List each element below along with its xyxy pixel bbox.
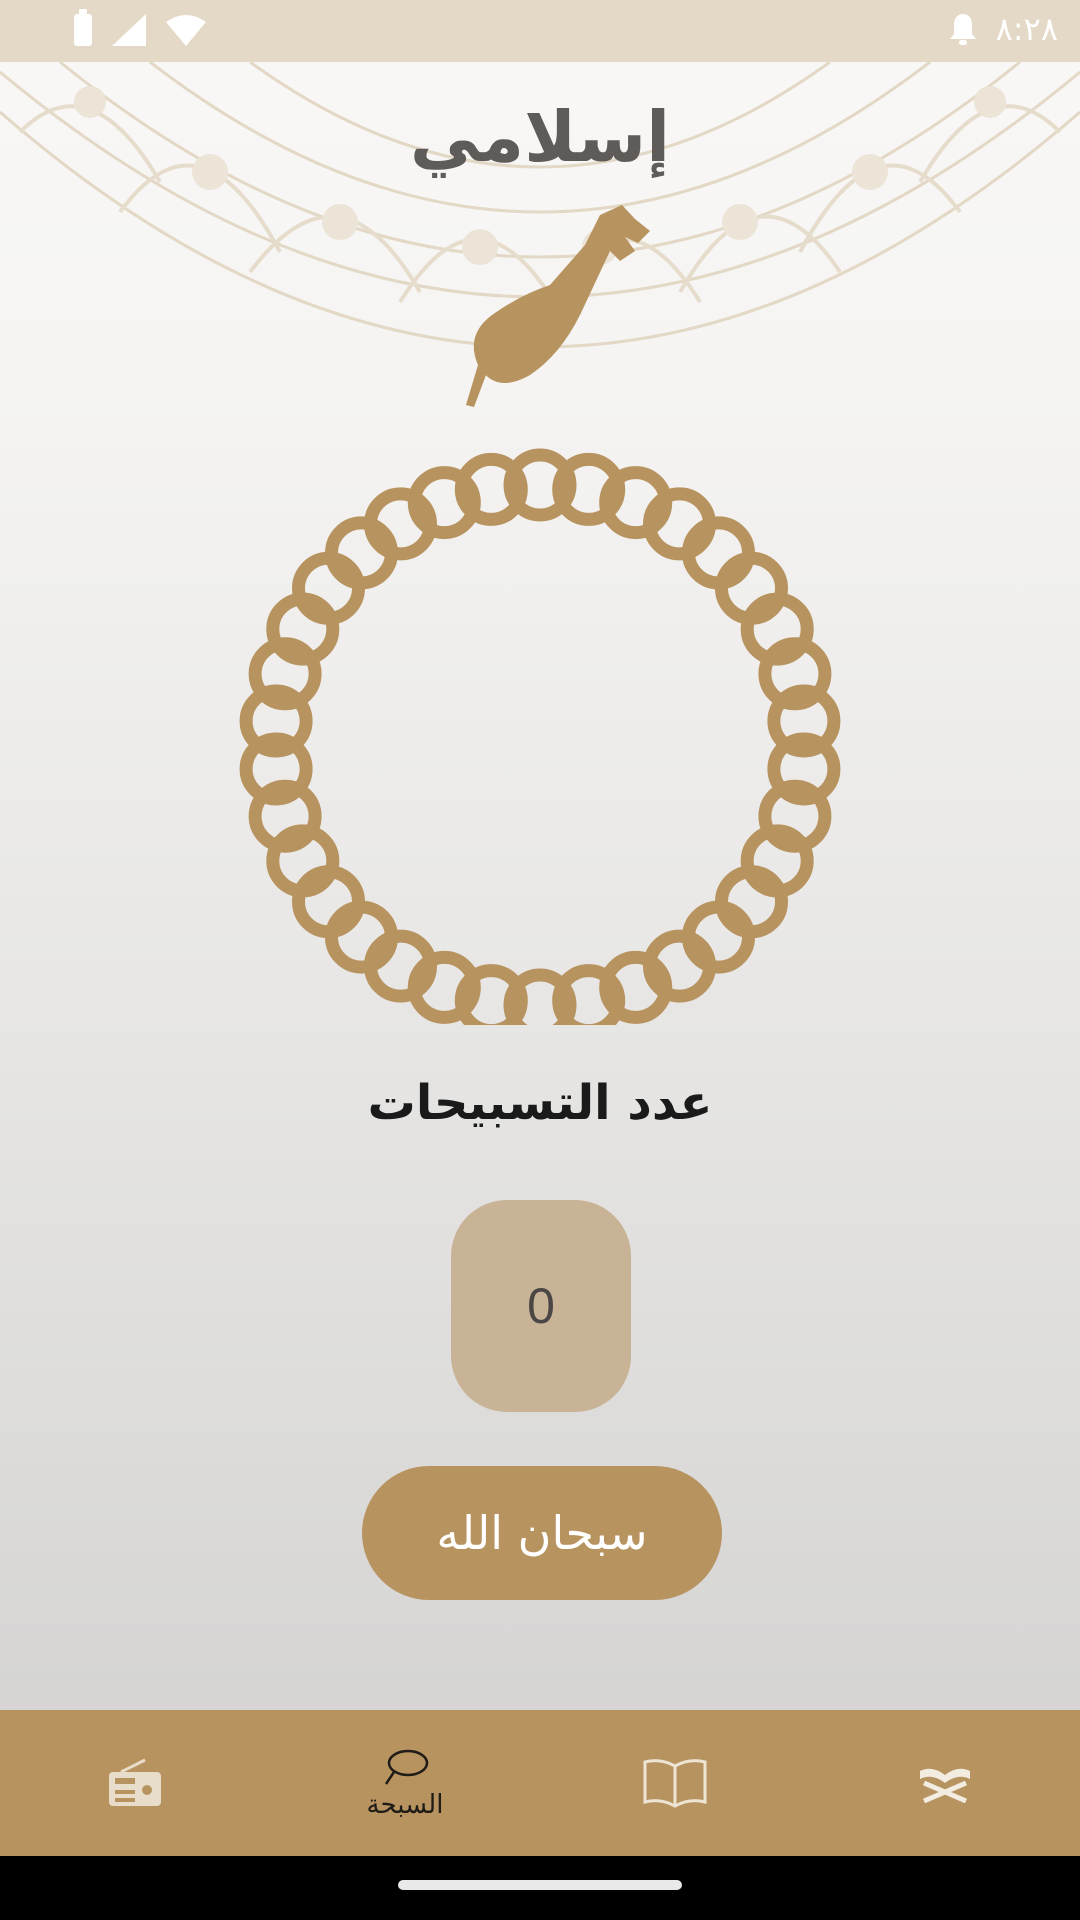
- zikr-button[interactable]: سبحان الله: [362, 1466, 722, 1600]
- sebha-icon: [384, 1749, 429, 1785]
- tasbeeh-counter-value: 0: [527, 1278, 555, 1334]
- tasbeeh-count-label: عدد التسبيحات: [367, 1075, 713, 1131]
- status-right-icons: ٨:٢٨: [948, 10, 1058, 48]
- bottom-navigation: السبحة: [0, 1710, 1080, 1856]
- status-left-icons: [74, 9, 206, 46]
- quran-icon: [920, 1768, 970, 1803]
- nav-item-hadith[interactable]: [540, 1710, 810, 1856]
- nav-item-sebha[interactable]: السبحة: [270, 1710, 540, 1856]
- radio-icon: [109, 1758, 161, 1806]
- nav-item-radio[interactable]: [0, 1710, 270, 1856]
- home-gesture-bar[interactable]: [398, 1880, 682, 1890]
- nav-item-quran[interactable]: [810, 1710, 1080, 1856]
- app-title: إسلامي: [409, 96, 671, 178]
- wifi-icon: [166, 15, 206, 46]
- status-bar: ٨:٢٨: [0, 0, 1080, 62]
- tasbeeh-counter-box: 0: [451, 1200, 631, 1412]
- status-time: ٨:٢٨: [995, 10, 1058, 48]
- hadith-book-icon: [643, 1759, 707, 1808]
- nav-label-sebha: السبحة: [366, 1790, 444, 1820]
- battery-icon: [74, 9, 92, 46]
- sebha-rosary-image[interactable]: [230, 205, 850, 1025]
- gesture-bar-area: [0, 1856, 1080, 1920]
- signal-icon: [112, 14, 146, 46]
- notification-bell-icon: [949, 14, 976, 45]
